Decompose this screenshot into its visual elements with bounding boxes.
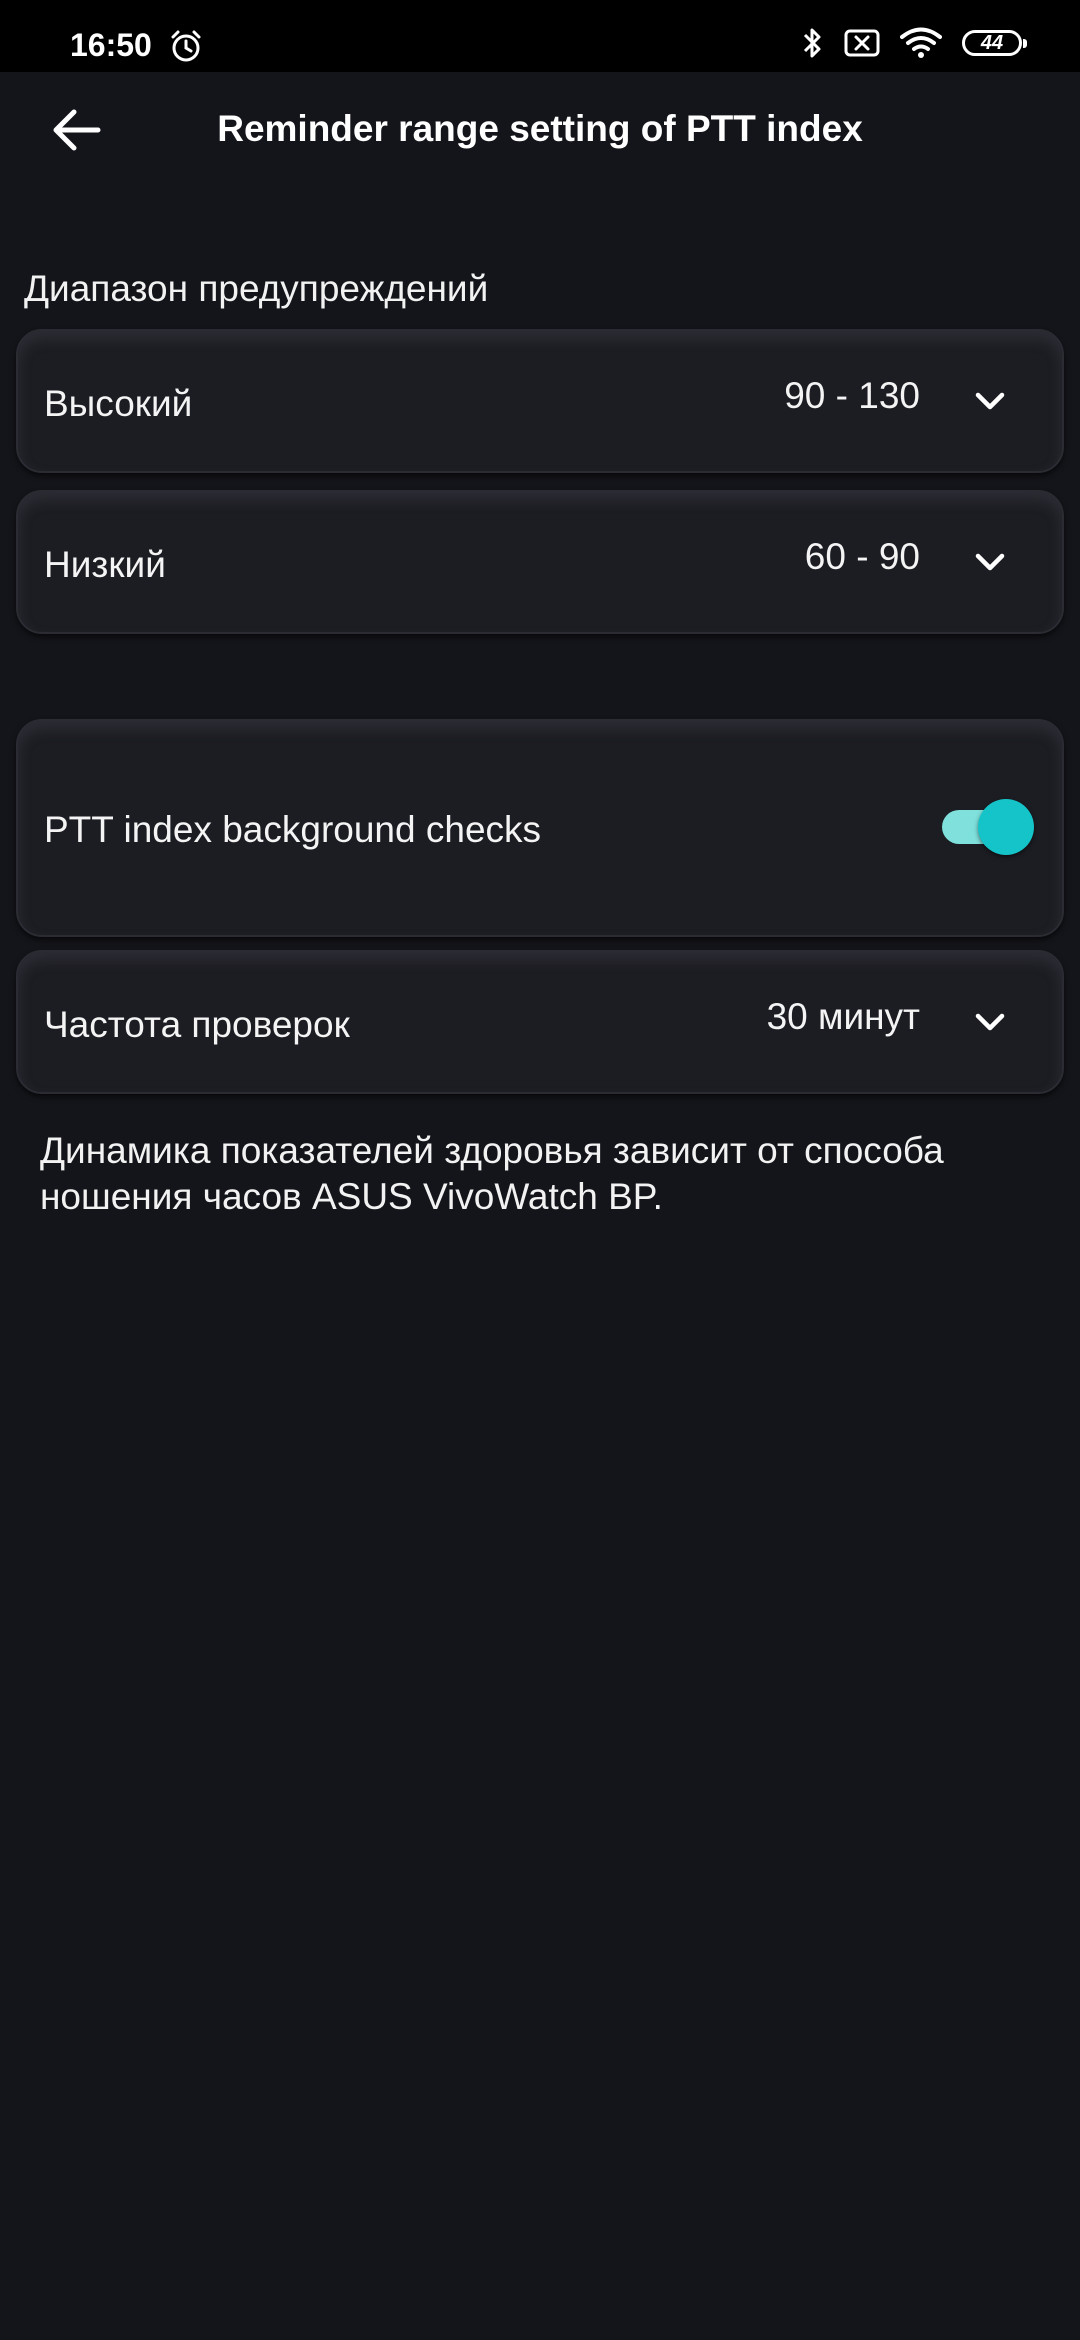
background-checks-label: PTT index background checks [44, 809, 542, 850]
background-checks-row[interactable]: PTT index background checks [16, 719, 1064, 937]
battery-level: 44 [980, 31, 1004, 54]
toggle-thumb [978, 799, 1034, 855]
chevron-down-icon [975, 553, 1005, 571]
low-range-value: 60 - 90 [804, 536, 920, 577]
battery-icon: 44 [962, 30, 1027, 56]
check-frequency-label: Частота проверок [44, 1004, 350, 1045]
footnote-text: Динамика показателей здоровья зависит от… [40, 1130, 944, 1217]
check-frequency-value: 30 минут [766, 996, 920, 1037]
high-range-dropdown[interactable]: Высокий 90 - 130 [16, 329, 1064, 473]
chevron-down-icon [975, 1013, 1005, 1031]
status-time: 16:50 [70, 27, 152, 63]
low-range-label: Низкий [44, 544, 166, 585]
section-label-warning-range: Диапазон предупреждений [24, 268, 489, 309]
sim-off-icon [844, 29, 880, 57]
status-bar: 16:50 44 [0, 0, 1080, 72]
page-title: Reminder range setting of PTT index [217, 108, 863, 149]
alarm-icon [168, 28, 204, 64]
check-frequency-dropdown[interactable]: Частота проверок 30 минут [16, 950, 1064, 1094]
wifi-icon [900, 27, 942, 59]
chevron-down-icon [975, 392, 1005, 410]
high-range-label: Высокий [44, 383, 193, 424]
app-bar: Reminder range setting of PTT index [0, 72, 1080, 188]
background-checks-toggle[interactable] [934, 799, 1034, 855]
bluetooth-icon [800, 26, 824, 60]
high-range-value: 90 - 130 [784, 375, 920, 416]
low-range-dropdown[interactable]: Низкий 60 - 90 [16, 490, 1064, 634]
status-icons: 44 [800, 26, 1027, 60]
